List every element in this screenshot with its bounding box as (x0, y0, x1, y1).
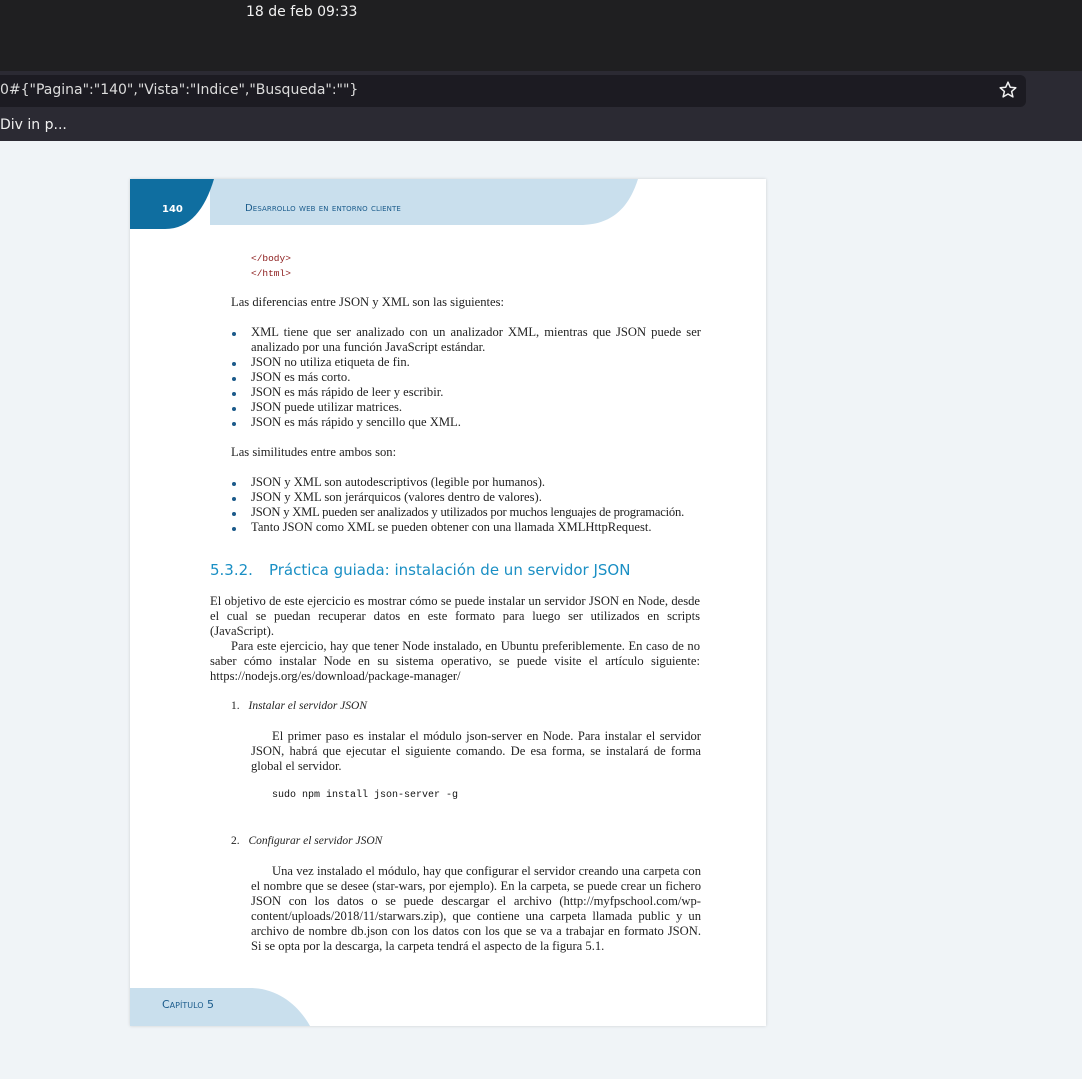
bullet-icon (232, 377, 236, 381)
header-light-band (210, 179, 638, 225)
page-number: 140 (162, 204, 183, 215)
bullet-icon (232, 407, 236, 411)
bullet-icon (232, 422, 236, 426)
list-item: Tanto JSON como XML se pueden obtener co… (251, 520, 652, 534)
bookmark-item[interactable]: Div in p... (0, 117, 67, 133)
url-bar[interactable]: 0#{"Pagina":"140","Vista":"Indice","Busq… (0, 75, 1026, 107)
list-item: JSON es más rápido y sencillo que XML. (251, 415, 461, 429)
system-top-bar: 18 de feb 09:33 (0, 0, 1082, 71)
differences-intro: Las diferencias entre JSON y XML son las… (231, 295, 505, 309)
step-title: Configurar el servidor JSON (248, 835, 383, 847)
list-item: JSON puede utilizar matrices. (251, 400, 403, 414)
pdf-page: 140 Desarrollo web en entorno cliente </… (130, 179, 766, 1026)
section-number: 5.3.2. (210, 561, 253, 579)
step-heading: 1. Instalar el servidor JSON (231, 700, 367, 712)
page-header-band (130, 179, 638, 229)
intro-paragraph: El objetivo de este ejercicio es mostrar… (210, 594, 700, 638)
list-item: JSON es más rápido de leer y escribir. (251, 385, 444, 399)
command-line: sudo npm install json-server -g (272, 790, 459, 801)
bullet-icon (232, 527, 236, 531)
section-title: Práctica guiada: instalación de un servi… (268, 561, 631, 579)
system-clock[interactable]: 18 de feb 09:33 (246, 4, 357, 20)
header-title: Desarrollo web en entorno cliente (245, 203, 401, 214)
bullet-icon (232, 497, 236, 501)
similarities-intro: Las similitudes entre ambos son: (231, 445, 397, 459)
list-item: XML tiene que ser analizado con un anali… (251, 325, 701, 354)
step-number: 2. (231, 835, 240, 847)
bullet-icon (232, 332, 236, 336)
list-item: JSON es más corto. (251, 370, 351, 384)
step-title: Instalar el servidor JSON (248, 700, 368, 712)
intro-paragraph: Para este ejercicio, hay que tener Node … (210, 639, 700, 683)
bullet-icon (232, 392, 236, 396)
code-line: </body> (251, 253, 291, 264)
list-item: JSON y XML pueden ser analizados y utili… (251, 505, 685, 519)
star-icon[interactable] (998, 80, 1018, 100)
step-text: El primer paso es instalar el módulo jso… (251, 729, 701, 773)
bullet-icon (232, 362, 236, 366)
code-line: </html> (251, 268, 291, 279)
list-item: JSON y XML son autodescriptivos (legible… (251, 475, 546, 489)
list-item: JSON no utiliza etiqueta de fin. (251, 355, 410, 369)
step-number: 1. (231, 700, 240, 712)
section-heading: 5.3.2. Práctica guiada: instalación de un… (210, 561, 630, 579)
bullet-icon (232, 512, 236, 516)
url-text[interactable]: 0#{"Pagina":"140","Vista":"Indice","Busq… (0, 82, 358, 98)
bullet-icon (232, 482, 236, 486)
list-item: JSON y XML son jerárquicos (valores dent… (251, 490, 542, 504)
footer-chapter: Capítulo 5 (162, 998, 215, 1011)
step-text: Una vez instalado el módulo, hay que con… (251, 864, 701, 953)
step-heading: 2. Configurar el servidor JSON (231, 835, 382, 847)
page-footer-band (130, 988, 310, 1026)
